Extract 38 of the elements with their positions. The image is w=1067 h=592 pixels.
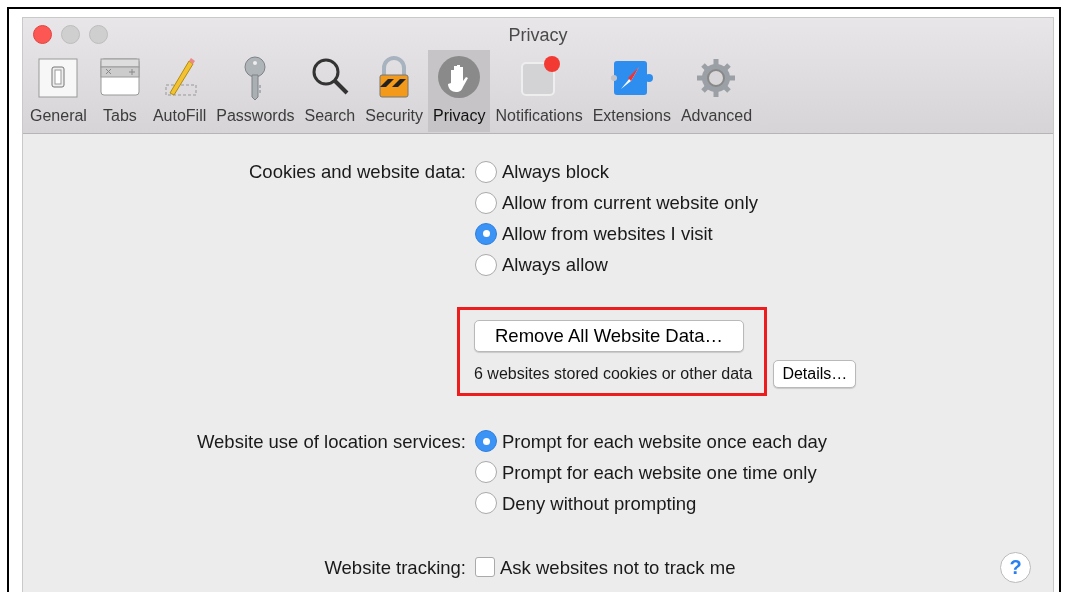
toolbar-tab[interactable]: Privacy: [428, 50, 491, 132]
toolbar-tab[interactable]: Passwords: [211, 50, 300, 132]
option-label[interactable]: Allow from websites I visit: [502, 218, 713, 249]
radio-button[interactable]: [475, 160, 497, 183]
toolbar-tab[interactable]: Notifications: [490, 50, 588, 132]
toolbar-tab[interactable]: General: [25, 50, 92, 132]
toolbar-tab[interactable]: Tabs: [91, 50, 148, 132]
option-label[interactable]: Prompt for each website once each day: [502, 425, 827, 457]
setting-label: Website use of location services:: [196, 430, 466, 452]
hand-icon: [436, 53, 483, 101]
radio-button[interactable]: [475, 461, 497, 484]
close-button[interactable]: [33, 24, 52, 44]
toolbar-tab[interactable]: AutoFill: [147, 50, 212, 132]
window-title: Privacy: [508, 24, 568, 47]
help-button[interactable]: ?: [1000, 551, 1031, 583]
option-label[interactable]: Ask websites not to track me: [500, 551, 736, 583]
checkbox[interactable]: [475, 557, 495, 578]
stored-data-summary: 6 websites stored cookies or other data: [474, 363, 753, 384]
radio-button[interactable]: [475, 222, 497, 245]
setting-label: Website tracking:: [324, 556, 466, 578]
option-label[interactable]: Prompt for each website one time only: [502, 456, 817, 488]
radio-button[interactable]: [475, 253, 497, 276]
toolbar-tab[interactable]: Security: [360, 50, 429, 132]
remove-data-button[interactable]: Remove All Website Data…: [474, 320, 744, 352]
radio-button[interactable]: [475, 430, 497, 453]
toolbar-tab[interactable]: Search: [299, 50, 361, 132]
toolbar-tab[interactable]: Advanced: [675, 50, 758, 132]
zoom-button[interactable]: [89, 24, 108, 44]
option-label[interactable]: Always block: [502, 156, 609, 187]
setting-label: Cookies and website data:: [249, 161, 466, 182]
details-button[interactable]: Details…: [773, 359, 857, 388]
option-label[interactable]: Allow from current website only: [502, 187, 758, 218]
option-label[interactable]: Deny without prompting: [502, 487, 697, 519]
option-label[interactable]: Always allow: [502, 249, 608, 280]
radio-button[interactable]: [475, 191, 497, 214]
radio-button[interactable]: [475, 492, 497, 515]
toolbar-tab[interactable]: Extensions: [587, 50, 676, 132]
minimize-button[interactable]: [61, 24, 80, 44]
